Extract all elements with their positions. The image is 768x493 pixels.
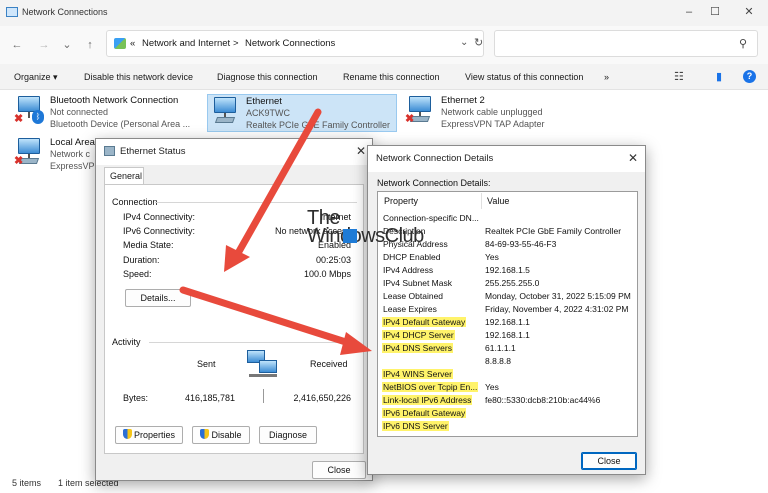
- annotation-arrows: [179, 108, 372, 355]
- arrow-head-details: [340, 332, 372, 355]
- arrow-to-details: [179, 286, 356, 348]
- arrow-to-speed: [233, 108, 322, 259]
